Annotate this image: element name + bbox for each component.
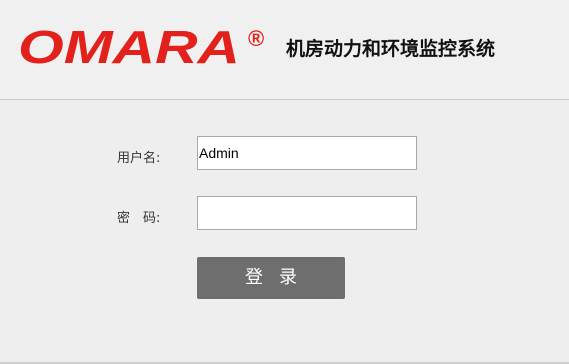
registered-mark: ® [248, 26, 265, 51]
omara-logo: OMARA [18, 22, 240, 72]
header-bar: OMARA ® 机房动力和环境监控系统 [0, 0, 569, 100]
username-input[interactable] [197, 136, 417, 170]
password-label: 密 码: [117, 211, 161, 226]
password-input[interactable] [197, 196, 417, 230]
system-title: 机房动力和环境监控系统 [286, 38, 496, 60]
username-label: 用户名: [117, 151, 161, 166]
login-button[interactable]: 登录 [197, 257, 345, 299]
logo-text: OMARA [18, 22, 240, 72]
